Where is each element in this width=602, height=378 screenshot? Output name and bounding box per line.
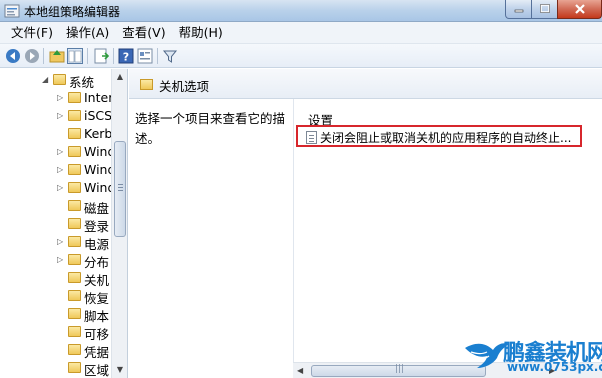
tree-expand-arrow-icon[interactable]: ▷ (57, 255, 63, 264)
tree-item-system[interactable]: ◢ 系统 (0, 71, 112, 90)
tree-expand-arrow-icon[interactable]: ▷ (57, 147, 63, 156)
folder-icon (68, 290, 81, 301)
tree-item[interactable]: 可移 (0, 323, 112, 342)
folder-icon (68, 146, 81, 157)
policy-setting-icon (306, 131, 317, 144)
forward-arrow-icon[interactable] (24, 48, 40, 64)
tree-item[interactable]: ▷ Wind (0, 143, 115, 161)
folder-icon (53, 74, 66, 85)
back-arrow-icon[interactable] (5, 48, 21, 64)
title-bar: 本地组策略编辑器 (0, 0, 602, 22)
tree-item[interactable]: 恢复 (0, 287, 112, 306)
toolbar-separator (157, 48, 158, 64)
tree-expand-arrow-icon[interactable]: ▷ (57, 93, 63, 102)
tree-item[interactable]: ▷ Wind (0, 161, 115, 179)
tree-item[interactable]: ▷ Inter (0, 89, 114, 107)
toolbar-separator (87, 48, 88, 64)
menu-help[interactable]: 帮助(H) (174, 23, 228, 43)
tree-item-label: iSCS (84, 108, 113, 123)
folder-icon (68, 362, 81, 373)
details-pane: 关机选项 选择一个项目来查看它的描述。 设置 关闭会阻止或取消关机的应用程序的自… (129, 69, 602, 378)
details-header: 关机选项 (129, 69, 602, 99)
policy-row-auto-terminate[interactable]: 关闭会阻止或取消关机的应用程序的自动终止... (296, 125, 582, 147)
details-title: 关机选项 (159, 79, 210, 94)
tree-collapse-arrow-icon[interactable]: ◢ (42, 75, 48, 84)
tree-item-shutdown-selected[interactable]: 关机 (0, 269, 112, 288)
folder-icon (68, 110, 81, 121)
scroll-left-arrow-icon[interactable]: ◀ (297, 366, 303, 375)
scroll-down-arrow-icon[interactable]: ▼ (112, 362, 127, 378)
policy-label: 关闭会阻止或取消关机的应用程序的自动终止... (320, 131, 572, 145)
toolbar: ? (0, 44, 602, 68)
folder-icon (68, 326, 81, 337)
tree-item[interactable]: ▷ 分布 (0, 251, 112, 270)
tree-pane: ◢ 系统 ▷ Inter ▷ iSCS Kerb ▷ Wind ▷ Wind ▷… (0, 69, 128, 378)
settings-list: 设置 关闭会阻止或取消关机的应用程序的自动终止... (293, 99, 602, 362)
folder-icon (140, 79, 153, 90)
maximize-icon (539, 4, 550, 13)
menu-bar: 文件(F) 操作(A) 查看(V) 帮助(H) (0, 22, 602, 44)
properties-view-icon[interactable] (137, 48, 153, 64)
tree-item[interactable]: 脚本 (0, 305, 112, 324)
folder-icon (68, 236, 81, 247)
svg-text:?: ? (123, 51, 129, 64)
tree-item[interactable]: ▷ Wind (0, 179, 115, 197)
grip-line (118, 184, 123, 185)
watermark: 鹏鑫装机网 www.0753px.com (463, 334, 602, 378)
tree-expand-arrow-icon[interactable]: ▷ (57, 237, 63, 246)
watermark-url: www.0753px.com (507, 360, 602, 374)
tree-expand-arrow-icon[interactable]: ▷ (57, 165, 63, 174)
tree-item[interactable]: 磁盘 (0, 197, 112, 216)
up-folder-icon[interactable] (49, 48, 65, 64)
toolbar-separator (113, 48, 114, 64)
tree-expand-arrow-icon[interactable]: ▷ (57, 111, 63, 120)
menu-action[interactable]: 操作(A) (61, 23, 114, 43)
tree-item[interactable]: 登录 (0, 215, 112, 234)
tree-item-label: Inter (84, 90, 114, 105)
folder-icon (68, 92, 81, 103)
show-hide-tree-icon[interactable] (67, 48, 83, 64)
tree-item[interactable]: Kerb (0, 125, 112, 143)
tree-item[interactable]: ▷ iSCS (0, 107, 112, 125)
menu-file[interactable]: 文件(F) (6, 23, 58, 43)
folder-icon (68, 182, 81, 193)
scrollbar-thumb[interactable] (114, 141, 126, 237)
folder-icon (68, 344, 81, 355)
folder-icon (68, 218, 81, 229)
close-button[interactable] (557, 0, 602, 19)
scroll-up-arrow-icon[interactable]: ▲ (112, 69, 127, 85)
toolbar-separator (43, 48, 44, 64)
grip-icon: ||| (395, 364, 405, 374)
minimize-icon (514, 9, 523, 13)
open-folder-icon (68, 272, 81, 283)
tree-item-label: Kerb (84, 126, 113, 141)
close-icon (574, 4, 585, 14)
folder-icon (68, 200, 81, 211)
tree-vertical-scrollbar[interactable]: ▲ ▼ (111, 69, 127, 378)
description-text: 选择一个项目来查看它的描述。 (135, 111, 286, 146)
grip-line (118, 187, 123, 188)
menu-view[interactable]: 查看(V) (117, 23, 170, 43)
help-icon[interactable]: ? (118, 48, 134, 64)
filter-icon[interactable] (162, 48, 178, 64)
window-title: 本地组策略编辑器 (24, 5, 121, 19)
export-list-icon[interactable] (93, 48, 109, 64)
grip-line (118, 190, 123, 191)
folder-icon (68, 128, 81, 139)
folder-icon (68, 308, 81, 319)
maximize-button[interactable] (531, 0, 558, 19)
minimize-button[interactable] (505, 0, 532, 19)
tree-item[interactable]: 凭据 (0, 341, 112, 360)
tree-item[interactable]: ▷ 电源 (0, 233, 112, 252)
folder-icon (68, 254, 81, 265)
folder-icon (68, 164, 81, 175)
tree-expand-arrow-icon[interactable]: ▷ (57, 183, 63, 192)
group-policy-icon (4, 4, 20, 18)
